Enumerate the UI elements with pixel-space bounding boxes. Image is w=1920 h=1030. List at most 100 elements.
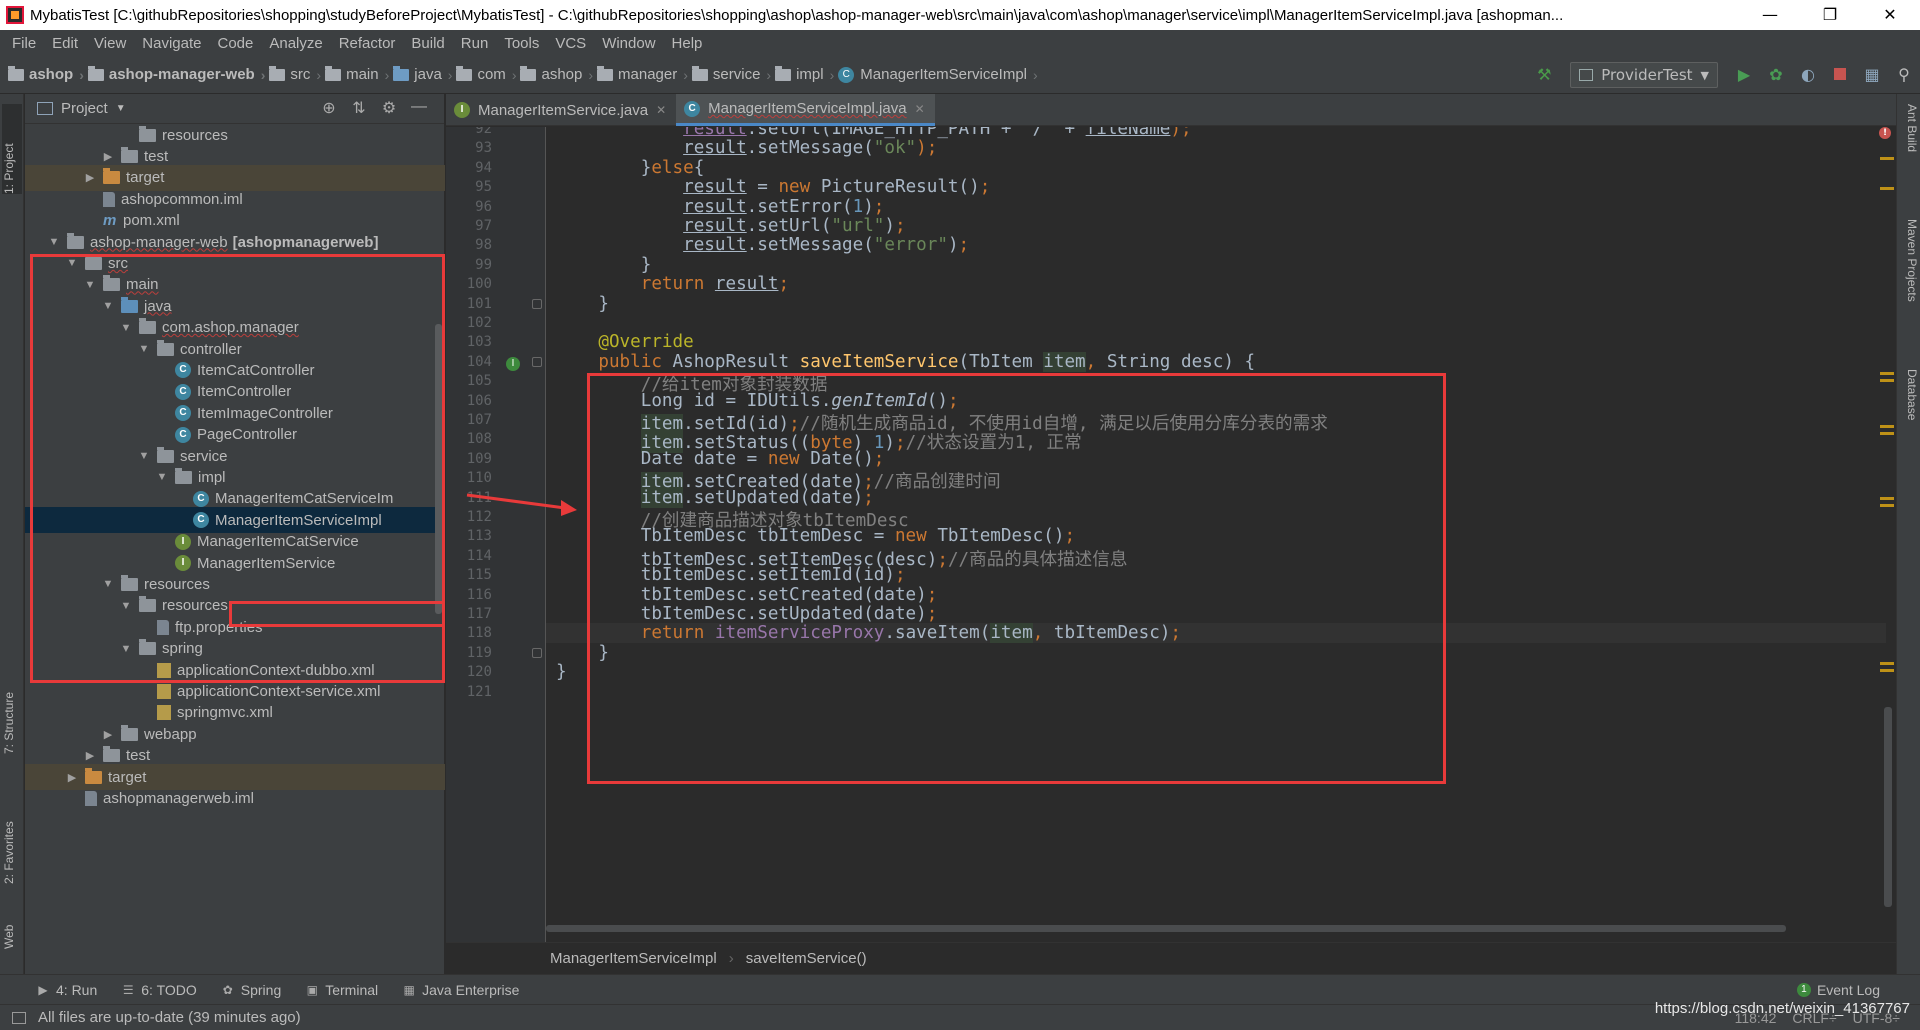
collapsed-arrow-icon[interactable]: ▶ bbox=[101, 150, 115, 163]
tab-favorites[interactable]: 2: Favorites bbox=[2, 794, 22, 884]
code-line[interactable]: @Override bbox=[556, 332, 693, 352]
nav-crumb[interactable]: src › bbox=[269, 65, 321, 83]
run-icon[interactable]: ▶ bbox=[1733, 64, 1755, 86]
tab-maven-projects[interactable]: Maven Projects bbox=[1899, 219, 1919, 339]
chevron-down-icon[interactable]: ▼ bbox=[116, 103, 126, 114]
code-line[interactable]: }else{ bbox=[556, 158, 705, 178]
tab-project[interactable]: 1: Project bbox=[2, 104, 22, 194]
code-line[interactable]: } bbox=[556, 662, 567, 682]
tool-window-button[interactable]: ☰ 6: TODO bbox=[121, 982, 197, 998]
code-line[interactable]: tbItemDesc.setUpdated(date); bbox=[556, 604, 938, 624]
code-line[interactable]: result.setError(1); bbox=[556, 197, 884, 217]
expanded-arrow-icon[interactable]: ▼ bbox=[119, 643, 133, 655]
code-line[interactable]: tbItemDesc.setItemId(id); bbox=[556, 565, 906, 585]
code-line[interactable]: } bbox=[556, 643, 609, 663]
menu-build[interactable]: Build bbox=[403, 35, 452, 52]
code-line[interactable]: tbItemDesc.setCreated(date); bbox=[556, 585, 938, 605]
breadcrumb-method[interactable]: saveItemService() bbox=[746, 950, 867, 967]
menu-edit[interactable]: Edit bbox=[44, 35, 86, 52]
nav-crumb[interactable]: C ManagerItemServiceImpl › bbox=[838, 66, 1038, 83]
editor-tab[interactable]: I ManagerItemService.java ✕ bbox=[446, 94, 676, 126]
warning-marker[interactable] bbox=[1880, 669, 1894, 672]
expanded-arrow-icon[interactable]: ▼ bbox=[101, 300, 115, 312]
expanded-arrow-icon[interactable]: ▼ bbox=[47, 236, 61, 248]
breadcrumb-class[interactable]: ManagerItemServiceImpl bbox=[550, 950, 717, 967]
expanded-arrow-icon[interactable]: ▼ bbox=[101, 578, 115, 590]
tool-window-button[interactable]: ▦ Java Enterprise bbox=[402, 982, 519, 998]
fold-icon[interactable] bbox=[532, 647, 542, 658]
tree-node[interactable]: ashopmanagerweb.iml bbox=[25, 785, 445, 811]
nav-crumb[interactable]: impl › bbox=[775, 65, 834, 83]
expanded-arrow-icon[interactable]: ▼ bbox=[119, 322, 133, 334]
menu-view[interactable]: View bbox=[86, 35, 134, 52]
tab-ant-build[interactable]: Ant Build bbox=[1899, 104, 1919, 184]
nav-crumb[interactable]: com › bbox=[456, 65, 516, 83]
fold-icon[interactable] bbox=[532, 298, 542, 309]
code-line[interactable]: Long id = IDUtils.genItemId(); bbox=[556, 391, 959, 411]
collapse-icon[interactable]: ⇅ bbox=[344, 98, 374, 118]
editor-horizontal-scrollbar[interactable] bbox=[546, 925, 1786, 932]
editor-tab[interactable]: C ManagerItemServiceImpl.java ✕ bbox=[676, 94, 935, 126]
code-line[interactable]: TbItemDesc tbItemDesc = new TbItemDesc()… bbox=[556, 526, 1075, 546]
minimize-button[interactable]: — bbox=[1740, 0, 1800, 30]
tool-window-button[interactable]: ✿ Spring bbox=[221, 982, 282, 998]
collapsed-arrow-icon[interactable]: ▶ bbox=[101, 728, 115, 741]
code-line[interactable]: result = new PictureResult(); bbox=[556, 177, 990, 197]
nav-crumb[interactable]: manager › bbox=[597, 65, 688, 83]
expanded-arrow-icon[interactable]: ▼ bbox=[155, 471, 169, 483]
stop-icon[interactable] bbox=[1829, 64, 1851, 86]
warning-marker[interactable] bbox=[1880, 379, 1894, 382]
tab-database[interactable]: Database bbox=[1899, 369, 1919, 449]
fold-icon[interactable] bbox=[532, 356, 542, 367]
close-tab-icon[interactable]: ✕ bbox=[915, 102, 925, 116]
run-config-dropdown[interactable]: ProviderTest ▼ bbox=[1570, 62, 1718, 88]
expanded-arrow-icon[interactable]: ▼ bbox=[65, 257, 79, 269]
hide-icon[interactable]: — bbox=[404, 98, 434, 118]
menu-window[interactable]: Window bbox=[594, 35, 663, 52]
debug-icon[interactable]: ✿ bbox=[1765, 64, 1787, 86]
tool-window-button[interactable]: ▶ 4: Run bbox=[36, 982, 97, 998]
layout-icon[interactable] bbox=[12, 1011, 26, 1024]
code-line[interactable]: result.setMessage("error"); bbox=[556, 235, 969, 255]
nav-crumb[interactable]: ashop-manager-web › bbox=[87, 65, 265, 83]
close-tab-icon[interactable]: ✕ bbox=[656, 103, 666, 117]
tool-window-button[interactable]: ▣ Terminal bbox=[305, 982, 379, 998]
error-indicator-icon[interactable]: ! bbox=[1879, 127, 1891, 139]
project-structure-icon[interactable]: ▦ bbox=[1861, 64, 1883, 86]
code-editor[interactable]: 92 93 94 95 96 97 98 99 100 101 102 103 104 105 106 107… bbox=[446, 127, 1896, 942]
implements-icon[interactable]: I bbox=[506, 356, 520, 371]
menu-refactor[interactable]: Refactor bbox=[331, 35, 404, 52]
warning-marker[interactable] bbox=[1880, 504, 1894, 507]
expanded-arrow-icon[interactable]: ▼ bbox=[83, 279, 97, 291]
close-button[interactable]: ✕ bbox=[1860, 0, 1920, 30]
menu-file[interactable]: File bbox=[4, 35, 44, 52]
expanded-arrow-icon[interactable]: ▼ bbox=[137, 343, 151, 355]
menu-code[interactable]: Code bbox=[209, 35, 261, 52]
coverage-icon[interactable]: ◐ bbox=[1797, 64, 1819, 86]
collapsed-arrow-icon[interactable]: ▶ bbox=[83, 171, 97, 184]
editor-vertical-scrollbar[interactable] bbox=[1884, 707, 1892, 907]
warning-marker[interactable] bbox=[1880, 425, 1894, 428]
restore-button[interactable]: ❐ bbox=[1800, 0, 1860, 30]
expanded-arrow-icon[interactable]: ▼ bbox=[119, 600, 133, 612]
menu-analyze[interactable]: Analyze bbox=[261, 35, 330, 52]
menu-tools[interactable]: Tools bbox=[496, 35, 547, 52]
build-hammer-icon[interactable]: ⚒ bbox=[1533, 64, 1555, 86]
tab-web[interactable]: Web bbox=[2, 909, 22, 949]
expanded-arrow-icon[interactable]: ▼ bbox=[137, 450, 151, 462]
menu-navigate[interactable]: Navigate bbox=[134, 35, 209, 52]
code-line[interactable]: } bbox=[556, 255, 652, 275]
code-line[interactable]: public AshopResult saveItemService(TbIte… bbox=[556, 351, 1255, 372]
code-line[interactable]: } bbox=[556, 294, 609, 314]
nav-crumb[interactable]: java › bbox=[393, 65, 452, 83]
menu-vcs[interactable]: VCS bbox=[547, 35, 594, 52]
code-line[interactable]: return result; bbox=[556, 274, 789, 294]
project-panel-title[interactable]: Project bbox=[61, 100, 108, 117]
collapsed-arrow-icon[interactable]: ▶ bbox=[65, 771, 79, 784]
code-line[interactable]: result.setUrl("url"); bbox=[556, 216, 905, 236]
search-icon[interactable]: ⚲ bbox=[1893, 64, 1915, 86]
code-line[interactable]: result.setUrl(IMAGE_HTTP_PATH + "/" + fi… bbox=[556, 127, 1191, 139]
collapsed-arrow-icon[interactable]: ▶ bbox=[83, 749, 97, 762]
nav-crumb[interactable]: main › bbox=[325, 65, 389, 83]
code-line[interactable]: item.setUpdated(date); bbox=[556, 487, 874, 508]
